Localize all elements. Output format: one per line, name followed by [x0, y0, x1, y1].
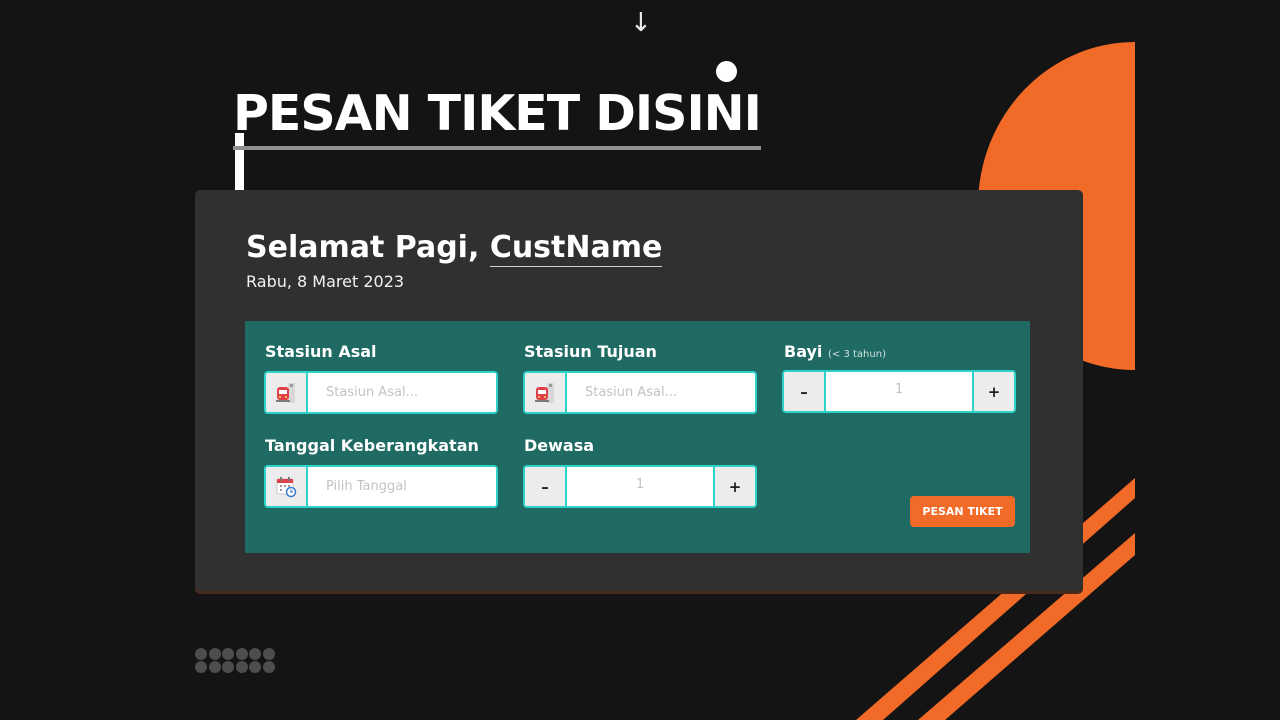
calendar-icon [266, 467, 308, 506]
infant-decrement-button[interactable]: – [784, 372, 826, 411]
scroll-down-arrow-icon: ↓ [630, 8, 652, 38]
greeting-heading: Selamat Pagi, CustName [246, 228, 663, 268]
departure-date-field[interactable] [264, 465, 498, 508]
origin-input[interactable] [308, 373, 496, 412]
dot-grid-decoration [195, 648, 276, 673]
infant-count[interactable]: 1 [826, 372, 972, 411]
departure-date-label: Tanggal Keberangkatan [265, 436, 479, 455]
adult-stepper: – 1 + [523, 465, 757, 508]
greeting-prefix: Selamat Pagi, [246, 230, 480, 265]
order-ticket-button[interactable]: PESAN TIKET [910, 496, 1015, 527]
adult-decrement-button[interactable]: – [525, 467, 567, 506]
booking-form: Stasiun Asal Stasiun Tujuan [245, 321, 1030, 553]
origin-label: Stasiun Asal [265, 342, 377, 361]
destination-label: Stasiun Tujuan [524, 342, 657, 361]
booking-card: Selamat Pagi, CustName Rabu, 8 Maret 202… [195, 190, 1083, 591]
page-title: PESAN TIKET DISINI [233, 82, 762, 150]
adult-count[interactable]: 1 [567, 467, 713, 506]
current-date: Rabu, 8 Maret 2023 [246, 272, 405, 291]
customer-name: CustName [489, 230, 663, 267]
train-icon [525, 373, 567, 412]
adult-label: Dewasa [524, 436, 595, 455]
departure-date-input[interactable] [308, 467, 496, 506]
infant-increment-button[interactable]: + [972, 372, 1014, 411]
destination-field[interactable] [523, 371, 757, 414]
infant-label-text: Bayi [784, 342, 823, 361]
infant-age-hint: (< 3 tahun) [828, 349, 886, 360]
origin-field[interactable] [264, 371, 498, 414]
train-icon [266, 373, 308, 412]
infant-stepper: – 1 + [782, 370, 1016, 413]
destination-input[interactable] [567, 373, 755, 412]
infant-label: Bayi (< 3 tahun) [784, 341, 886, 366]
background-clip [1135, 0, 1280, 720]
white-dot-decoration [716, 61, 737, 82]
adult-increment-button[interactable]: + [713, 467, 755, 506]
